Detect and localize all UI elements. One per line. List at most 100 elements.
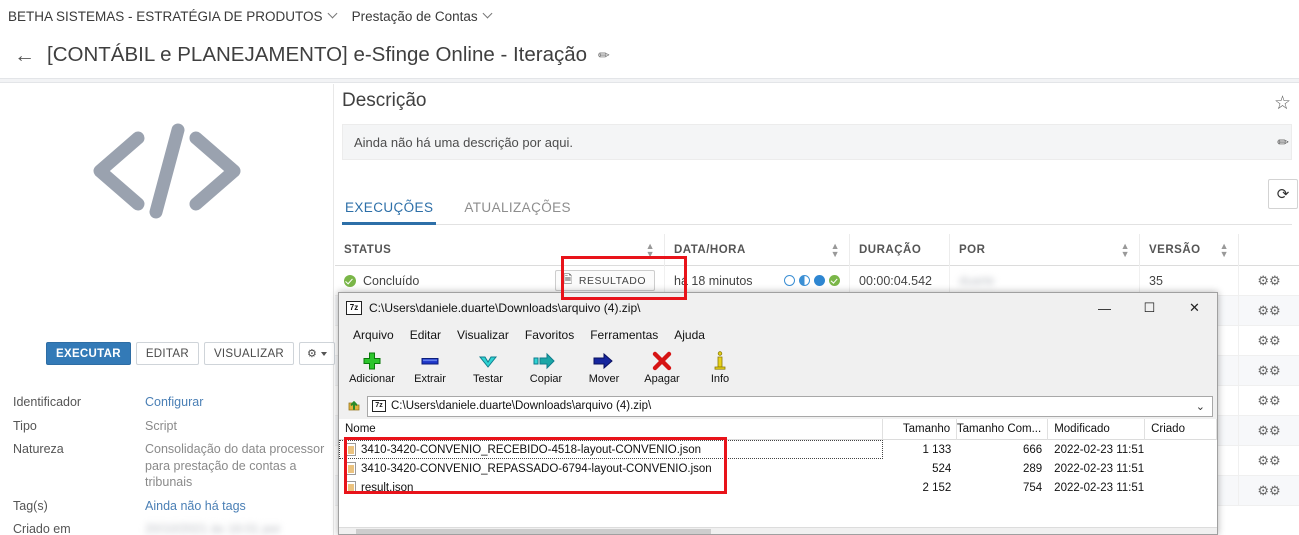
file-list-row[interactable]: 3410-3420-CONVENIO_REPASSADO-6794-layout… <box>339 459 1217 478</box>
close-icon[interactable]: ✕ <box>1172 293 1217 323</box>
refresh-button[interactable]: ⟳ <box>1268 179 1298 209</box>
metadata-value-configurar-link[interactable]: Configurar <box>145 394 331 411</box>
resultado-button[interactable]: 🗎 RESULTADO <box>554 270 655 291</box>
chevron-down-icon[interactable] <box>484 10 493 19</box>
sevenzip-titlebar[interactable]: 7z C:\Users\daniele.duarte\Downloads\arq… <box>339 293 1217 323</box>
gears-action-icon[interactable]: ⚙⚙ <box>1257 423 1280 439</box>
menu-visualizar[interactable]: Visualizar <box>449 326 517 344</box>
horizontal-scrollbar[interactable]: ‹ › <box>339 527 1217 534</box>
cell-actions: ⚙⚙ <box>1239 356 1299 386</box>
column-header-versao[interactable]: VERSÃO ▲ ▼ <box>1140 233 1239 266</box>
sevenzip-app-icon: 7z <box>372 400 386 412</box>
column-header-criado[interactable]: Criado <box>1145 418 1217 440</box>
menu-ajuda[interactable]: Ajuda <box>666 326 713 344</box>
cell-actions: ⚙⚙ <box>1239 386 1299 416</box>
metadata-key: Identificador <box>13 395 82 409</box>
toolbar-adicionar[interactable]: Adicionar <box>343 349 401 385</box>
cell-por: duarte <box>950 265 1140 296</box>
up-folder-icon[interactable] <box>343 395 365 417</box>
chevron-down-icon[interactable]: ⌄ <box>1196 400 1208 413</box>
metadata-row-tags: Tag(s) Ainda não há tags <box>13 498 331 515</box>
breadcrumb-item-org[interactable]: BETHA SISTEMAS - ESTRATÉGIA DE PRODUTOS <box>8 9 352 24</box>
maximize-icon[interactable]: ☐ <box>1127 293 1172 323</box>
address-input[interactable]: 7z C:\Users\daniele.duarte\Downloads\arq… <box>367 395 1213 417</box>
gears-action-icon[interactable]: ⚙⚙ <box>1257 453 1280 469</box>
gears-action-icon[interactable]: ⚙⚙ <box>1257 273 1280 289</box>
file-name-cell[interactable]: 3410-3420-CONVENIO_REPASSADO-6794-layout… <box>339 459 883 478</box>
file-name-cell[interactable]: result.json <box>339 478 883 497</box>
file-list-header: Nome Tamanho Tamanho Com... Modificado C… <box>339 418 1217 440</box>
toolbar-apagar[interactable]: Apagar <box>633 349 691 385</box>
breadcrumb: BETHA SISTEMAS - ESTRATÉGIA DE PRODUTOS … <box>0 0 1299 33</box>
metadata-value-tags-link[interactable]: Ainda não há tags <box>145 498 331 515</box>
breadcrumb-label-section: Prestação de Contas <box>351 9 478 24</box>
file-list-row[interactable]: result.json 2 152 754 2022-02-23 11:51 <box>339 478 1217 497</box>
header-divider <box>0 78 1299 83</box>
scroll-right-arrow-icon[interactable]: › <box>1202 528 1217 534</box>
gears-action-icon[interactable]: ⚙⚙ <box>1257 483 1280 499</box>
edit-title-icon[interactable]: ✏ <box>598 47 610 64</box>
sevenzip-window[interactable]: 7z C:\Users\daniele.duarte\Downloads\arq… <box>338 292 1218 535</box>
edit-button[interactable]: EDITAR <box>135 342 199 365</box>
edit-description-icon[interactable]: ✏ <box>1277 134 1289 151</box>
gears-action-icon[interactable]: ⚙⚙ <box>1257 363 1280 379</box>
back-arrow-icon[interactable]: ← <box>14 45 35 66</box>
favorite-star-icon[interactable]: ☆ <box>1274 94 1291 113</box>
description-empty-box: Ainda não há uma descrição por aqui. <box>342 124 1292 160</box>
file-created-cell <box>1145 478 1217 497</box>
metadata-value-redacted: 20/10/2021 às 16:01 por @andrepereira <box>145 522 281 535</box>
column-header-nome[interactable]: Nome <box>339 418 884 440</box>
scroll-left-arrow-icon[interactable]: ‹ <box>339 528 356 534</box>
chevron-down-icon <box>477 349 499 373</box>
menu-ferramentas[interactable]: Ferramentas <box>582 326 666 344</box>
settings-dropdown-button[interactable]: ⚙ <box>299 342 336 365</box>
json-file-icon <box>345 481 356 494</box>
file-name-label: 3410-3420-CONVENIO_RECEBIDO-4518-layout-… <box>361 443 702 456</box>
gears-action-icon[interactable]: ⚙⚙ <box>1257 393 1280 409</box>
chevron-down-icon[interactable] <box>329 10 338 19</box>
progress-dot-full-icon <box>814 275 825 286</box>
view-button[interactable]: VISUALIZAR <box>203 342 295 365</box>
column-header-duracao[interactable]: DURAÇÃO <box>850 233 950 266</box>
cell-actions: ⚙⚙ <box>1239 446 1299 476</box>
toolbar-info[interactable]: Info <box>691 349 749 385</box>
menu-editar[interactable]: Editar <box>402 326 449 344</box>
gears-action-icon[interactable]: ⚙⚙ <box>1257 303 1280 319</box>
file-list-row[interactable]: 3410-3420-CONVENIO_RECEBIDO-4518-layout-… <box>339 440 1217 459</box>
column-header-por[interactable]: POR ▲ ▼ <box>950 233 1140 266</box>
toolbar-label: Copiar <box>529 373 563 385</box>
progress-dot-hollow-icon <box>784 275 795 286</box>
toolbar-extrair[interactable]: Extrair <box>401 349 459 385</box>
status-success-icon <box>344 274 356 287</box>
execute-button[interactable]: EXECUTAR <box>46 342 131 365</box>
scrollbar-track[interactable] <box>356 527 1202 534</box>
sevenzip-file-list[interactable]: Nome Tamanho Tamanho Com... Modificado C… <box>339 418 1217 534</box>
cell-actions: ⚙⚙ <box>1239 326 1299 356</box>
column-header-tamanho[interactable]: Tamanho <box>883 418 958 440</box>
cell-status: Concluído 🗎 RESULTADO <box>335 265 665 296</box>
cell-actions: ⚙⚙ <box>1239 266 1299 296</box>
file-packed-size-cell: 754 <box>1022 481 1043 494</box>
column-header-status[interactable]: STATUS ▲ ▼ <box>335 233 665 266</box>
toolbar-label: Mover <box>588 373 620 385</box>
column-header-tamanho-comprimido[interactable]: Tamanho Com... <box>957 418 1049 440</box>
menu-favoritos[interactable]: Favoritos <box>517 326 582 344</box>
scrollbar-thumb[interactable] <box>356 528 711 534</box>
toolbar-label: Apagar <box>644 373 680 385</box>
arrow-right-navy-icon <box>592 349 616 373</box>
minimize-icon[interactable]: — <box>1082 293 1127 323</box>
gears-action-icon[interactable]: ⚙⚙ <box>1257 333 1280 349</box>
tab-atualizacoes[interactable]: ATUALIZAÇÕES <box>461 200 574 224</box>
toolbar-mover[interactable]: Mover <box>575 349 633 385</box>
file-name-cell[interactable]: 3410-3420-CONVENIO_RECEBIDO-4518-layout-… <box>339 440 884 459</box>
file-size-cell: 2 152 <box>922 481 952 494</box>
toolbar-copiar[interactable]: Copiar <box>517 349 575 385</box>
menu-arquivo[interactable]: Arquivo <box>345 326 402 344</box>
column-header-datahora[interactable]: DATA/HORA ▲ ▼ <box>665 233 850 266</box>
breadcrumb-item-section[interactable]: Prestação de Contas <box>352 9 507 24</box>
action-button-group: EXECUTAR EDITAR VISUALIZAR ⚙ <box>46 342 340 365</box>
toolbar-testar[interactable]: Testar <box>459 349 517 385</box>
tab-execucoes[interactable]: EXECUÇÕES <box>342 200 437 225</box>
column-header-modificado[interactable]: Modificado <box>1048 418 1146 440</box>
minus-icon <box>419 349 441 373</box>
